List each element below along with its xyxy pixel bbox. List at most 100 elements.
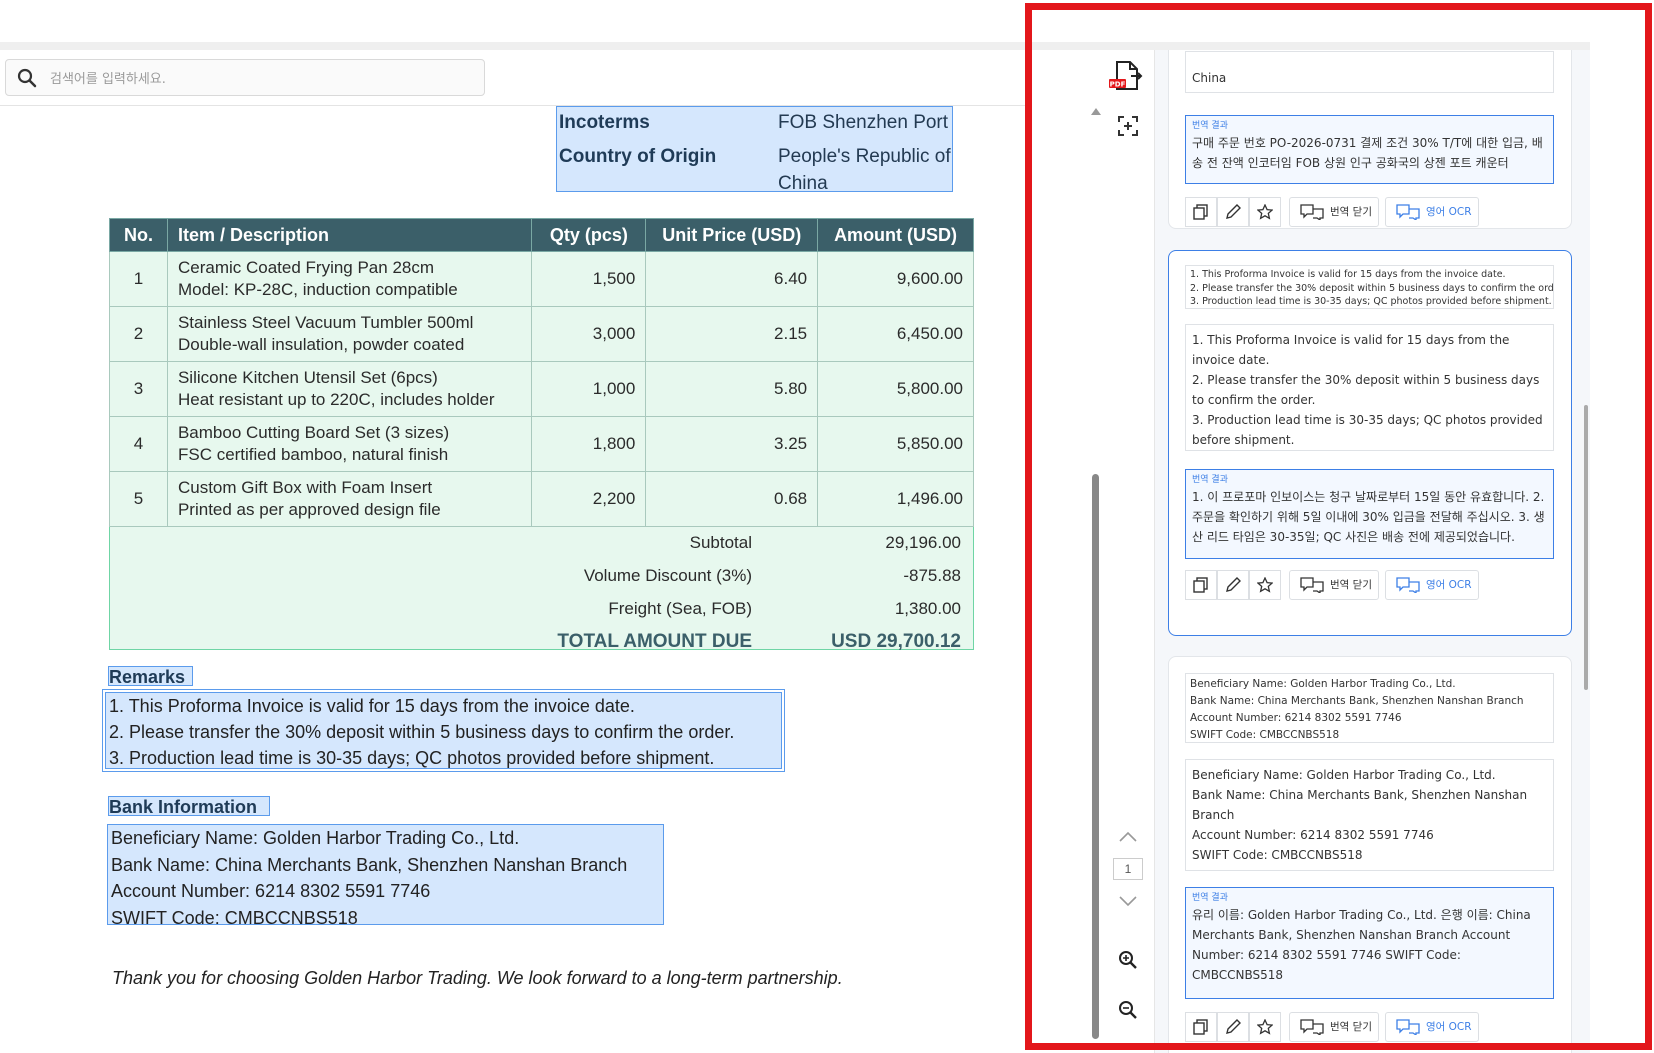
document-scroll-thumb[interactable] (1092, 474, 1099, 1039)
page-up-button[interactable] (1118, 830, 1138, 848)
row-unit-price: 0.68 (645, 471, 819, 527)
zoom-out-icon (1119, 1001, 1137, 1019)
favorite-button[interactable] (1249, 197, 1281, 227)
ocr-card[interactable]: China 번역 결과 구매 주문 번호 PO-2026-0731 결제 조건 … (1168, 50, 1572, 229)
translation-text: 구매 주문 번호 PO-2026-0731 결제 조건 30% T/T에 대한 … (1192, 136, 1543, 170)
row-amount: 5,800.00 (817, 361, 974, 417)
english-ocr-button[interactable]: 영어 OCR (1385, 1012, 1479, 1042)
row-amount: 6,450.00 (817, 306, 974, 362)
edit-button[interactable] (1217, 197, 1249, 227)
source-line: 1. This Proforma Invoice is valid for 15… (1190, 269, 1506, 280)
ocr-card[interactable]: Beneficiary Name: Golden Harbor Trading … (1168, 656, 1572, 1053)
remarks-line: 3. Production lead time is 30-35 days; Q… (109, 748, 715, 768)
close-translation-button[interactable]: 번역 닫기 (1289, 570, 1379, 600)
row-qty: 1,800 (531, 416, 647, 472)
freight-label: Freight (Sea, FOB) (608, 599, 752, 618)
zoom-in-button[interactable] (1118, 950, 1138, 975)
row-amount: 5,850.00 (817, 416, 974, 472)
page-number-field[interactable]: 1 (1113, 858, 1143, 880)
incoterms-label: Incoterms (559, 112, 650, 133)
panel-scroll-thumb[interactable] (1584, 405, 1588, 690)
translate-icon (1396, 204, 1420, 220)
ocr-edit-text[interactable]: 1. This Proforma Invoice is valid for 15… (1185, 324, 1554, 451)
search-bar[interactable] (5, 59, 485, 96)
pencil-icon (1226, 1019, 1241, 1034)
copy-button[interactable] (1185, 570, 1217, 600)
document-scrollbar[interactable] (1089, 106, 1103, 1041)
svg-text:PDF: PDF (1110, 81, 1126, 89)
pdf-file-icon: PDF (1109, 61, 1143, 90)
incoterms-value: FOB Shenzhen Port (778, 112, 949, 133)
ocr-edit-text[interactable]: Beneficiary Name: Golden Harbor Trading … (1185, 759, 1554, 871)
remarks-text: 1. This Proforma Invoice is valid for 15… (102, 689, 785, 772)
area-select-button[interactable] (1118, 116, 1138, 141)
translation-label: 번역 결과 (1192, 475, 1228, 485)
star-icon (1257, 204, 1273, 220)
table-row: 1 Ceramic Coated Frying Pan 28cm Model: K… (109, 251, 974, 307)
subtotal-label: Subtotal (689, 533, 752, 552)
translation-label: 번역 결과 (1192, 121, 1228, 131)
row-amount: 1,496.00 (817, 471, 974, 527)
item-desc: Model: KP-28C, induction compatible (177, 280, 458, 299)
row-item: Ceramic Coated Frying Pan 28cm Model: KP-… (166, 251, 533, 307)
translation-result: 번역 결과 유리 이름: Golden Harbor Trading Co., … (1185, 887, 1554, 999)
row-no: 4 (109, 416, 168, 472)
close-translation-label: 번역 닫기 (1330, 1021, 1372, 1033)
chevron-up-icon (1119, 831, 1137, 842)
edit-button[interactable] (1217, 1012, 1249, 1042)
table-row: 2 Stainless Steel Vacuum Tumbler 500ml Do… (109, 306, 974, 362)
item-name: Bamboo Cutting Board Set (3 sizes) (177, 423, 450, 442)
zoom-in-icon (1119, 951, 1137, 969)
copy-button[interactable] (1185, 1012, 1217, 1042)
ocr-translation-panel: China 번역 결과 구매 주문 번호 PO-2026-0731 결제 조건 … (1155, 50, 1590, 1053)
zoom-out-button[interactable] (1118, 1000, 1138, 1025)
panel-scrollbar[interactable] (1578, 50, 1590, 1053)
english-ocr-button[interactable]: 영어 OCR (1385, 570, 1479, 600)
document-view: Incoterms FOB Shenzhen Port Country of O… (0, 106, 1030, 1053)
favorite-button[interactable] (1249, 570, 1281, 600)
top-divider (0, 42, 1590, 50)
pencil-icon (1226, 577, 1241, 592)
english-ocr-label: 영어 OCR (1426, 1021, 1472, 1033)
item-desc: FSC certified bamboo, natural finish (177, 445, 449, 464)
col-header-unit-price: Unit Price (USD) (645, 218, 819, 252)
origin-value-line2: China (778, 173, 828, 194)
row-unit-price: 3.25 (645, 416, 819, 472)
item-desc: Double-wall insulation, powder coated (177, 335, 465, 354)
col-header-no: No. (109, 218, 168, 252)
row-no: 2 (109, 306, 168, 362)
item-name: Custom Gift Box with Foam Insert (177, 478, 433, 497)
copy-icon (1193, 577, 1208, 593)
translation-text: 유리 이름: Golden Harbor Trading Co., Ltd. 은… (1192, 908, 1531, 982)
shipping-terms-block: Incoterms FOB Shenzhen Port Country of O… (556, 106, 953, 194)
row-qty: 1,000 (531, 361, 647, 417)
source-line: 2. Please transfer the 30% deposit withi… (1190, 282, 1554, 294)
scroll-up-arrow[interactable] (1091, 108, 1101, 115)
table-row: 4 Bamboo Cutting Board Set (3 sizes) FSC … (109, 416, 974, 472)
favorite-button[interactable] (1249, 1012, 1281, 1042)
tool-column: PDF 1 (1104, 50, 1155, 1053)
row-item: Bamboo Cutting Board Set (3 sizes) FSC ce… (166, 416, 533, 472)
bank-line: Bank Name: China Merchants Bank, Shenzhe… (111, 854, 628, 875)
translation-text: 1. 이 프로포마 인보이스는 청구 날짜로부터 15일 동안 유효합니다. 2… (1192, 490, 1545, 544)
pdf-export-button[interactable]: PDF (1107, 60, 1145, 97)
copy-icon (1193, 204, 1208, 220)
english-ocr-button[interactable]: 영어 OCR (1385, 197, 1479, 227)
row-item: Silicone Kitchen Utensil Set (6pcs) Heat … (166, 361, 533, 417)
edit-button[interactable] (1217, 570, 1249, 600)
discount-label: Volume Discount (3%) (583, 566, 752, 585)
close-translation-label: 번역 닫기 (1330, 579, 1372, 591)
search-input[interactable] (48, 66, 472, 92)
item-desc: Heat resistant up to 220C, includes hold… (177, 390, 495, 409)
close-translation-button[interactable]: 번역 닫기 (1289, 1012, 1379, 1042)
origin-label: Country of Origin (559, 146, 717, 167)
freight-value: 1,380.00 (894, 599, 961, 618)
bank-text: Beneficiary Name: Golden Harbor Trading … (107, 824, 664, 928)
close-translation-button[interactable]: 번역 닫기 (1289, 197, 1379, 227)
translate-icon (1300, 204, 1324, 220)
page-down-button[interactable] (1118, 894, 1138, 912)
copy-button[interactable] (1185, 197, 1217, 227)
totals-block: Subtotal 29,196.00 Volume Discount (3%) … (109, 527, 974, 652)
ocr-card-active[interactable]: 1. This Proforma Invoice is valid for 15… (1168, 250, 1572, 636)
ocr-edit-text[interactable]: China (1185, 51, 1554, 93)
